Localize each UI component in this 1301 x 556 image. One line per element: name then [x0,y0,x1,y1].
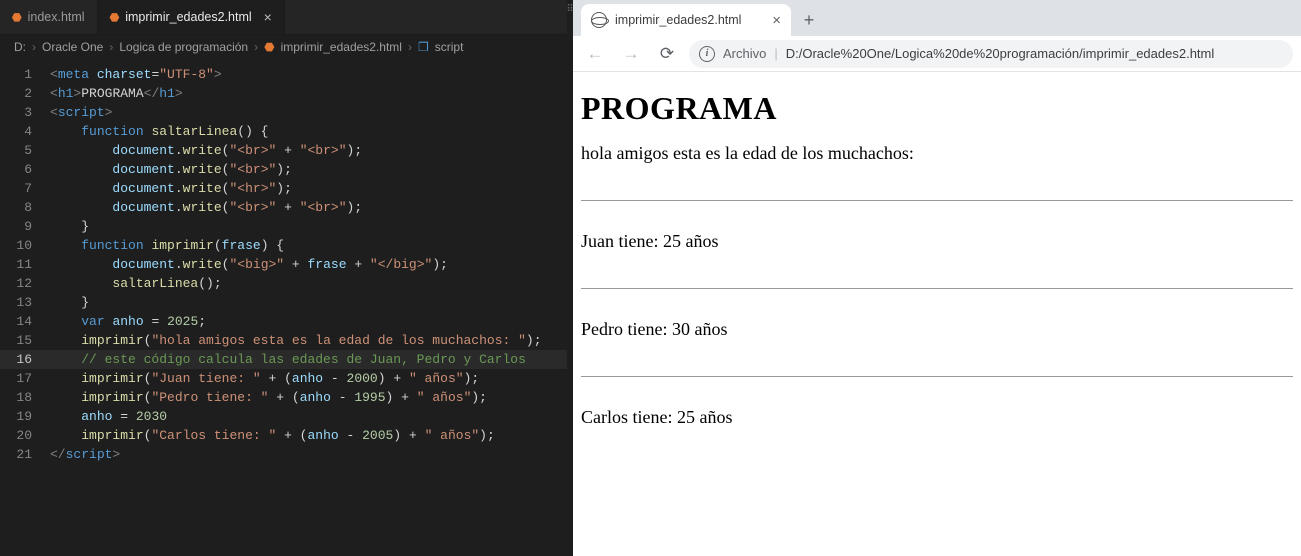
globe-icon [591,12,607,28]
crumb-folder: Logica de programación [119,40,248,54]
line-number: 4 [0,122,50,141]
browser-tab[interactable]: imprimir_edades2.html × [581,4,791,36]
reload-button[interactable]: ⟳ [653,40,681,68]
code-line[interactable]: imprimir("hola amigos esta es la edad de… [50,331,567,350]
line-number: 12 [0,274,50,293]
code-line[interactable]: <script> [50,103,567,122]
tab-label: imprimir_edades2.html [125,10,251,24]
line-number: 14 [0,312,50,331]
chrome-browser: imprimir_edades2.html × + ← → ⟳ i Archiv… [573,0,1301,556]
code-line[interactable]: function saltarLinea() { [50,122,567,141]
editor-tabbar: ⬣ index.html ⬣ imprimir_edades2.html × [0,0,567,35]
chevron-right-icon: › [254,40,258,54]
code-line[interactable]: </script> [50,445,567,464]
chevron-right-icon: › [109,40,113,54]
address-bar[interactable]: i Archivo | D:/Oracle%20One/Logica%20de%… [689,40,1293,68]
code-line[interactable]: document.write("<br>" + "<br>"); [50,198,567,217]
line-number: 13 [0,293,50,312]
line-number: 6 [0,160,50,179]
line-number: 5 [0,141,50,160]
browser-tabbar: imprimir_edades2.html × + [573,0,1301,36]
info-icon[interactable]: i [699,46,715,62]
line-number: 17 [0,369,50,388]
line-number: 2 [0,84,50,103]
forward-button[interactable]: → [617,40,645,68]
separator: | [774,46,777,61]
html5-icon: ⬣ [110,11,120,24]
line-number: 3 [0,103,50,122]
chevron-right-icon: › [32,40,36,54]
code-line[interactable]: } [50,293,567,312]
close-icon[interactable]: × [772,12,781,29]
code-line[interactable]: document.write("<br>" + "<br>"); [50,141,567,160]
line-number: 21 [0,445,50,464]
rendered-page: PROGRAMA hola amigos esta es la edad de … [573,72,1301,556]
tab-index[interactable]: ⬣ index.html [0,0,98,34]
line-number: 9 [0,217,50,236]
crumb-symbol: script [435,40,464,54]
crumb-file: imprimir_edades2.html [281,40,402,54]
line-number: 1 [0,65,50,84]
new-tab-button[interactable]: + [795,6,823,34]
code-area[interactable]: 1<meta charset="UTF-8"> 2<h1>PROGRAMA</h… [0,59,567,556]
crumb-folder: Oracle One [42,40,103,54]
output-line: hola amigos esta es la edad de los mucha… [581,143,1293,164]
chevron-right-icon: › [408,40,412,54]
html5-icon: ⬣ [264,40,274,54]
line-number: 19 [0,407,50,426]
code-line[interactable]: } [50,217,567,236]
back-button[interactable]: ← [581,40,609,68]
code-line[interactable]: // este código calcula las edades de Jua… [50,350,567,369]
cube-icon: ❒ [418,40,429,54]
tab-label: index.html [28,10,85,24]
close-icon[interactable]: × [264,9,272,25]
code-line[interactable]: <h1>PROGRAMA</h1> [50,84,567,103]
output-line: Pedro tiene: 30 años [581,319,1293,340]
browser-tab-title: imprimir_edades2.html [615,13,741,27]
addr-url: D:/Oracle%20One/Logica%20de%20programaci… [786,46,1215,61]
line-number: 16 [0,350,50,369]
code-line[interactable]: imprimir("Carlos tiene: " + (anho - 2005… [50,426,567,445]
addr-scheme: Archivo [723,46,766,61]
line-number: 8 [0,198,50,217]
browser-toolbar: ← → ⟳ i Archivo | D:/Oracle%20One/Logica… [573,36,1301,72]
output-line: Carlos tiene: 25 años [581,407,1293,428]
crumb-drive: D: [14,40,26,54]
code-line[interactable]: var anho = 2025; [50,312,567,331]
code-line[interactable]: function imprimir(frase) { [50,236,567,255]
line-number: 11 [0,255,50,274]
breadcrumb[interactable]: D:› Oracle One› Logica de programación› … [0,35,567,59]
line-number: 10 [0,236,50,255]
code-line[interactable]: document.write("<big>" + frase + "</big>… [50,255,567,274]
code-line[interactable]: document.write("<br>"); [50,160,567,179]
line-number: 18 [0,388,50,407]
code-line[interactable]: imprimir("Juan tiene: " + (anho - 2000) … [50,369,567,388]
code-line[interactable]: <meta charset="UTF-8"> [50,65,567,84]
output-line: Juan tiene: 25 años [581,231,1293,252]
vscode-editor: ⬣ index.html ⬣ imprimir_edades2.html × D… [0,0,567,556]
html5-icon: ⬣ [12,11,22,24]
line-number: 15 [0,331,50,350]
code-line[interactable]: anho = 2030 [50,407,567,426]
line-number: 20 [0,426,50,445]
code-line[interactable]: imprimir("Pedro tiene: " + (anho - 1995)… [50,388,567,407]
page-heading: PROGRAMA [581,90,1293,127]
code-line[interactable]: saltarLinea(); [50,274,567,293]
code-line[interactable]: document.write("<hr>"); [50,179,567,198]
tab-imprimir[interactable]: ⬣ imprimir_edades2.html × [98,0,285,34]
line-number: 7 [0,179,50,198]
